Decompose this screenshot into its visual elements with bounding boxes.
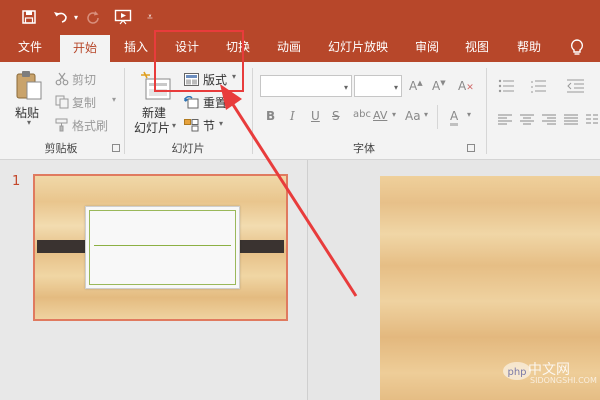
font-color-dropdown-icon[interactable]: ▾ <box>467 110 471 119</box>
slide-thumbnail-pane: 1 <box>0 160 308 400</box>
lightbulb-icon[interactable] <box>564 33 590 62</box>
change-case-dropdown-icon[interactable]: ▾ <box>424 110 428 119</box>
columns-icon[interactable] <box>586 111 598 130</box>
align-center-icon[interactable] <box>520 111 534 130</box>
title-bar: ▾ ⩡ <box>0 0 600 33</box>
redo-icon[interactable] <box>84 6 102 28</box>
copy-button[interactable]: 复制 <box>72 94 96 111</box>
save-icon[interactable] <box>18 6 40 28</box>
character-spacing-dropdown-icon[interactable]: ▾ <box>392 110 396 119</box>
tab-insert[interactable]: 插入 <box>116 33 156 62</box>
undo-icon[interactable] <box>50 6 72 28</box>
thumbnail-decor-bar-left <box>37 240 87 253</box>
new-slide-label-line2[interactable]: 幻灯片 <box>134 119 170 136</box>
ribbon-tab-bar: 文件 开始 插入 设计 切换 动画 幻灯片放映 审阅 视图 帮助 <box>0 33 600 62</box>
highlight-box <box>154 30 244 92</box>
section-dropdown-icon[interactable]: ▾ <box>219 119 223 128</box>
reset-button[interactable]: 重置 <box>203 94 227 111</box>
clipboard-group-label: 剪贴板 <box>44 142 78 155</box>
paste-icon[interactable] <box>15 70 43 106</box>
thumbnail-divider-line <box>94 245 231 246</box>
ribbon-separator <box>486 68 487 154</box>
character-spacing-button[interactable]: AV <box>373 109 387 122</box>
align-right-icon[interactable] <box>542 111 556 130</box>
italic-button[interactable]: I <box>290 109 295 123</box>
justify-icon[interactable] <box>564 111 578 130</box>
copy-dropdown-icon[interactable]: ▾ <box>112 95 116 104</box>
watermark-logo-text: php <box>507 367 526 378</box>
ribbon: 粘贴 ▾ 剪切 复制 ▾ 格式刷 剪贴板 新建 幻灯片 ▾ 版式 ▾ 重置 节 … <box>0 62 600 160</box>
font-group-label: 字体 <box>353 142 375 155</box>
font-size-select[interactable]: ▾ <box>354 75 402 97</box>
section-icon <box>184 117 199 136</box>
font-size-dropdown-icon[interactable]: ▾ <box>394 83 398 92</box>
font-color-icon[interactable]: A <box>450 109 459 126</box>
cut-button[interactable]: 剪切 <box>72 71 96 88</box>
tab-help[interactable]: 帮助 <box>509 33 549 62</box>
start-from-beginning-icon[interactable] <box>112 6 134 28</box>
strikethrough-button[interactable]: S <box>332 109 340 123</box>
undo-dropdown-icon[interactable]: ▾ <box>71 6 81 28</box>
font-name-select[interactable]: ▾ <box>260 75 352 97</box>
thumbnail-placeholder-frame <box>89 210 236 285</box>
align-left-icon[interactable] <box>498 111 512 130</box>
tab-view[interactable]: 视图 <box>457 33 497 62</box>
tab-review[interactable]: 审阅 <box>407 33 447 62</box>
watermark-subtext: SIDONGSHI.COM <box>530 376 597 385</box>
tab-file[interactable]: 文件 <box>8 33 52 62</box>
section-button[interactable]: 节 <box>203 117 215 134</box>
customize-toolbar-icon[interactable]: ⩡ <box>143 6 157 28</box>
clipboard-launcher-icon[interactable] <box>112 144 120 152</box>
increase-font-size-icon[interactable]: A▲ <box>409 79 423 93</box>
change-case-button[interactable]: Aa <box>405 109 421 123</box>
slide-number: 1 <box>12 174 21 189</box>
clear-formatting-icon[interactable]: A✕ <box>458 79 474 93</box>
reset-icon <box>184 94 199 113</box>
clear-formatting-label: A <box>458 79 467 93</box>
tab-animations[interactable]: 动画 <box>269 33 309 62</box>
text-shadow-icon[interactable]: abc <box>353 109 371 120</box>
scissors-icon <box>55 71 69 90</box>
slides-group-label: 幻灯片 <box>171 142 205 155</box>
underline-button[interactable]: U <box>311 109 320 123</box>
bullets-icon[interactable] <box>498 78 518 97</box>
format-painter-icon <box>55 117 69 136</box>
thumbnail-decor-bar-right <box>234 240 284 253</box>
slide-thumbnail[interactable] <box>33 174 288 321</box>
thumbnail-title-placeholder <box>85 206 240 289</box>
numbering-icon[interactable] <box>530 78 550 97</box>
new-slide-dropdown-icon[interactable]: ▾ <box>172 121 176 130</box>
tab-home[interactable]: 开始 <box>60 35 110 62</box>
decrease-indent-icon[interactable] <box>566 78 586 97</box>
decrease-font-size-icon[interactable]: A▼ <box>432 79 446 93</box>
font-launcher-icon[interactable] <box>467 144 475 152</box>
copy-icon <box>55 94 69 113</box>
bold-button[interactable]: B <box>266 109 275 123</box>
format-painter-button[interactable]: 格式刷 <box>72 117 108 134</box>
paste-dropdown-icon[interactable]: ▾ <box>27 118 31 127</box>
tab-slideshow[interactable]: 幻灯片放映 <box>322 33 394 62</box>
font-name-dropdown-icon[interactable]: ▾ <box>344 83 348 92</box>
ribbon-separator <box>437 105 438 129</box>
